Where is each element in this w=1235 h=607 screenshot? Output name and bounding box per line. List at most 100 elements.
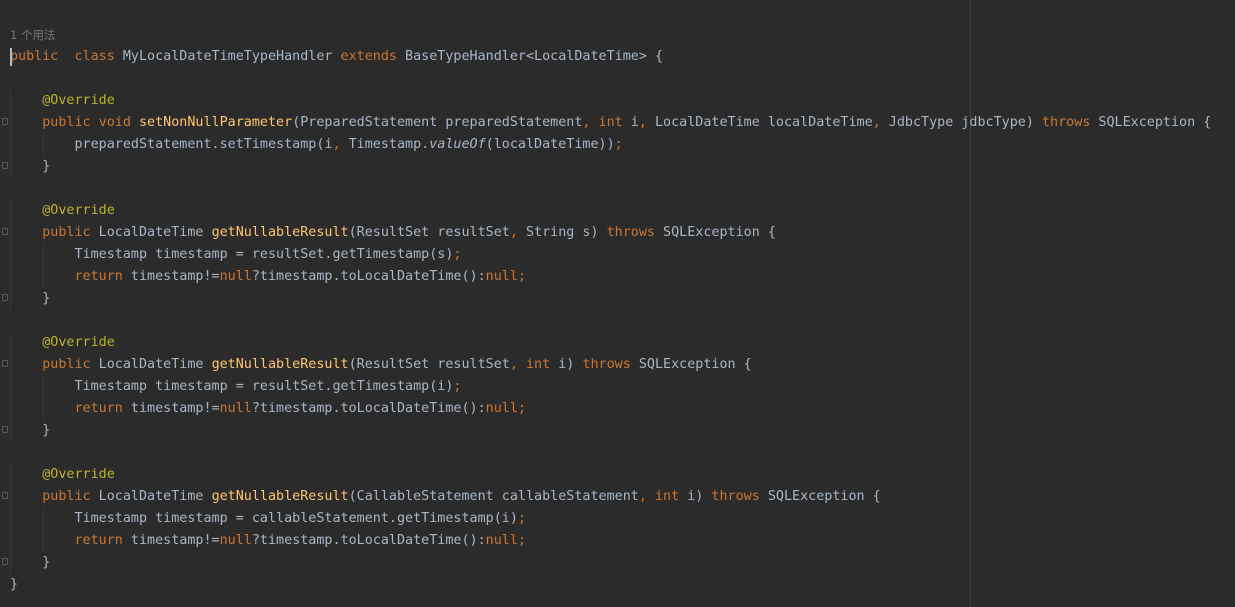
indent-guide — [10, 222, 11, 244]
code-line[interactable]: @Override — [10, 90, 1211, 112]
indent-guide — [43, 530, 45, 552]
fold-marker-icon[interactable] — [2, 558, 8, 565]
fold-marker-icon[interactable] — [2, 228, 8, 235]
code-token: public — [42, 357, 91, 372]
code-line[interactable]: public void setNonNullParameter(Prepared… — [2, 112, 1211, 134]
code-token: throws — [606, 225, 655, 240]
indent-guide — [10, 420, 11, 442]
code-token: ; — [453, 247, 462, 262]
code-token: return — [74, 269, 123, 284]
code-token: , — [638, 489, 647, 504]
code-token: null; — [485, 269, 526, 284]
fold-marker-icon[interactable] — [2, 294, 8, 301]
code-token: Timestamp timestamp = resultSet.getTimes… — [10, 379, 454, 394]
code-token: i) — [679, 489, 712, 504]
code-token: null; — [485, 533, 526, 548]
code-line[interactable]: @Override — [10, 200, 1211, 222]
code-line[interactable]: Timestamp timestamp = resultSet.getTimes… — [10, 376, 1211, 398]
code-line[interactable]: return timestamp!=null?timestamp.toLocal… — [10, 266, 1211, 288]
usage-hint[interactable]: 1 个用法 — [10, 27, 55, 43]
code-line[interactable]: public LocalDateTime getNullableResult(R… — [2, 354, 1211, 376]
code-token: SQLException { — [630, 357, 752, 372]
code-line[interactable] — [10, 310, 1211, 332]
code-token: } — [10, 555, 51, 570]
code-line[interactable]: public LocalDateTime getNullableResult(R… — [2, 222, 1211, 244]
code-token: public — [42, 225, 91, 240]
indent-guide — [10, 266, 11, 288]
code-line[interactable]: @Override — [10, 464, 1211, 486]
fold-marker-icon[interactable] — [2, 426, 8, 433]
indent-guide — [10, 332, 11, 354]
code-token: ; — [453, 379, 462, 394]
indent-guide — [10, 244, 11, 266]
code-token: (CallableStatement callableStatement — [348, 489, 639, 504]
indent-guide — [10, 530, 11, 552]
code-token: LocalDateTime — [90, 357, 212, 372]
fold-marker-icon[interactable] — [2, 118, 8, 125]
code-token: @Override — [42, 93, 115, 108]
indent-guide — [43, 376, 45, 398]
code-token: int — [598, 115, 623, 130]
code-line[interactable]: } — [2, 552, 1211, 574]
code-editor[interactable]: 1 个用法 public class MyLocalDateTimeTypeHa… — [0, 0, 1235, 607]
code-token: , — [509, 225, 518, 240]
code-token: BaseTypeHandler<LocalDateTime> { — [396, 49, 664, 64]
code-token: } — [10, 423, 51, 438]
code-token: String s) — [517, 225, 607, 240]
code-token: SQLException { — [759, 489, 881, 504]
code-line[interactable]: Timestamp timestamp = resultSet.getTimes… — [10, 244, 1211, 266]
fold-marker-icon[interactable] — [2, 162, 8, 169]
code-line[interactable]: } — [2, 420, 1211, 442]
indent-guide — [43, 398, 45, 420]
code-token: getNullableResult — [211, 489, 349, 504]
code-token: timestamp!= — [122, 269, 220, 284]
code-token: null — [219, 401, 252, 416]
indent-guide — [10, 464, 11, 486]
fold-marker-icon[interactable] — [2, 492, 8, 499]
code-area[interactable]: public class MyLocalDateTimeTypeHandler … — [2, 46, 1211, 596]
code-token: int — [526, 357, 551, 372]
code-token: public — [10, 49, 59, 64]
indent-guide — [10, 376, 11, 398]
code-line[interactable]: return timestamp!=null?timestamp.toLocal… — [10, 530, 1211, 552]
code-line[interactable]: preparedStatement.setTimestamp(i, Timest… — [10, 134, 1211, 156]
code-line[interactable]: } — [2, 156, 1211, 178]
code-token: public — [42, 115, 91, 130]
indent-guide — [10, 90, 11, 112]
indent-guide — [10, 552, 11, 574]
code-token: JdbcType jdbcType) — [880, 115, 1042, 130]
code-line[interactable]: Timestamp timestamp = callableStatement.… — [10, 508, 1211, 530]
code-token: timestamp!= — [122, 533, 220, 548]
code-token: (ResultSet resultSet — [348, 225, 510, 240]
code-token: } — [10, 159, 51, 174]
code-token: LocalDateTime — [90, 225, 212, 240]
indent-guide — [43, 134, 45, 156]
code-line[interactable]: } — [10, 574, 1211, 596]
code-line[interactable]: @Override — [10, 332, 1211, 354]
code-token: setNonNullParameter — [139, 115, 293, 130]
code-line[interactable]: } — [2, 288, 1211, 310]
code-token: timestamp!= — [122, 401, 220, 416]
code-line[interactable]: public class MyLocalDateTimeTypeHandler … — [10, 46, 1211, 68]
code-line[interactable] — [10, 68, 1211, 90]
code-token: LocalDateTime — [90, 489, 212, 504]
code-token: throws — [582, 357, 631, 372]
code-line[interactable] — [10, 178, 1211, 200]
fold-marker-icon[interactable] — [2, 360, 8, 367]
code-token: MyLocalDateTimeTypeHandler — [114, 49, 341, 64]
indent-guide — [43, 266, 45, 288]
indent-guide — [43, 508, 45, 530]
code-line[interactable]: return timestamp!=null?timestamp.toLocal… — [10, 398, 1211, 420]
code-line[interactable] — [10, 442, 1211, 464]
indent-guide — [10, 134, 11, 156]
code-line[interactable]: public LocalDateTime getNullableResult(C… — [2, 486, 1211, 508]
